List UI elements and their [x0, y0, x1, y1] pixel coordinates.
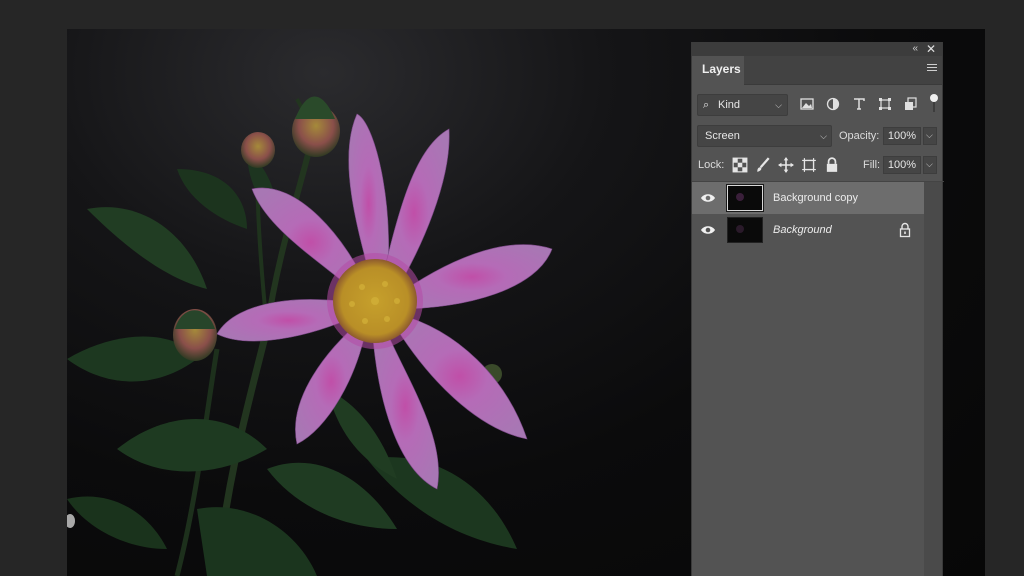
- chevron-down-icon: ⌵: [926, 159, 933, 169]
- lock-position-icon[interactable]: [778, 157, 794, 173]
- blend-row: Screen ⌵ Opacity: 100% ⌵: [692, 125, 944, 147]
- layers-scrollbar[interactable]: [924, 182, 942, 576]
- type-filter-icon[interactable]: [852, 97, 866, 111]
- filter-toggle-icon[interactable]: [930, 94, 938, 114]
- kind-label: Kind: [718, 99, 741, 111]
- lock-row: Lock: Fill: 100% ⌵: [692, 154, 944, 176]
- visibility-eye-icon[interactable]: [700, 191, 716, 205]
- lock-all-icon[interactable]: [824, 157, 840, 173]
- panel-title-bar[interactable]: « ✕: [692, 42, 942, 56]
- blend-mode-select[interactable]: Screen ⌵: [697, 125, 832, 147]
- search-icon: ⌕: [703, 99, 710, 111]
- layer-name[interactable]: Background: [773, 214, 832, 246]
- adjustment-filter-icon[interactable]: [826, 97, 840, 111]
- layers-panel: « ✕ Layers ⌕ Kind ⌵ Screen ⌵ Opacity: 10…: [691, 42, 944, 576]
- layer-row-background-copy[interactable]: Background copy: [692, 182, 926, 214]
- visibility-eye-icon[interactable]: [700, 223, 716, 237]
- chevron-down-icon: ⌵: [820, 131, 827, 141]
- image-filter-icon[interactable]: [800, 97, 814, 111]
- hamburger-menu-icon[interactable]: [927, 64, 937, 73]
- layer-name[interactable]: Background copy: [773, 182, 858, 214]
- collapse-panel-icon[interactable]: «: [912, 42, 918, 56]
- padlock-icon[interactable]: [898, 222, 912, 238]
- lock-image-pixels-icon[interactable]: [755, 157, 771, 173]
- layer-row-background[interactable]: Background: [692, 214, 926, 246]
- lock-transparent-pixels-icon[interactable]: [732, 157, 748, 173]
- opacity-input[interactable]: 100%: [883, 127, 921, 145]
- tab-layers[interactable]: Layers: [692, 56, 744, 85]
- opacity-label: Opacity:: [839, 130, 880, 142]
- layer-thumbnail: [727, 217, 763, 243]
- lock-artboard-icon[interactable]: [801, 157, 817, 173]
- shape-filter-icon[interactable]: [878, 97, 892, 111]
- close-panel-icon[interactable]: ✕: [926, 42, 936, 56]
- lock-label: Lock:: [698, 159, 725, 171]
- chevron-down-icon: ⌵: [926, 130, 933, 140]
- layer-thumbnail: [726, 184, 764, 212]
- smart-object-filter-icon[interactable]: [904, 97, 918, 111]
- filter-row: ⌕ Kind ⌵: [692, 94, 944, 116]
- chevron-down-icon: ⌵: [775, 100, 782, 110]
- fill-slider-button[interactable]: ⌵: [923, 156, 937, 174]
- fill-label: Fill:: [863, 159, 881, 171]
- fill-input[interactable]: 100%: [883, 156, 921, 174]
- panel-tab-bar: Layers: [692, 56, 942, 85]
- blend-mode-value: Screen: [705, 130, 740, 142]
- opacity-slider-button[interactable]: ⌵: [923, 127, 937, 145]
- kind-filter-select[interactable]: ⌕ Kind ⌵: [697, 94, 788, 116]
